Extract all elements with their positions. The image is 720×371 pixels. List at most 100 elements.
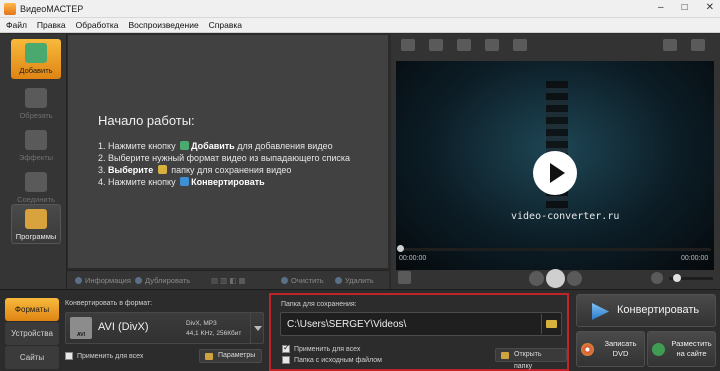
convert-icon [592, 303, 609, 320]
chevron-down-icon[interactable] [250, 313, 263, 343]
source-folder-checkbox[interactable] [282, 356, 290, 364]
format-name: AVI (DivX) [98, 321, 149, 333]
tab-formats[interactable]: Форматы [5, 298, 59, 321]
burn-dvd-button[interactable]: Записать DVD [576, 331, 645, 367]
menu-edit[interactable]: Правка [37, 20, 66, 30]
close-button[interactable]: ✕ [706, 2, 714, 13]
avi-badge: AVI [77, 332, 85, 338]
save-apply-all-label: Применить для всех [294, 346, 361, 353]
window-title: ВидеоМАСТЕР [20, 4, 84, 14]
window-controls: – □ ✕ [658, 2, 714, 13]
brand-watermark: video-converter.ru [511, 211, 620, 222]
step-1-tail: для добавления видео [237, 141, 333, 151]
next-frame-button[interactable] [567, 271, 582, 286]
globe-icon [652, 343, 665, 356]
brightness-icon[interactable] [457, 39, 471, 51]
fullscreen-icon[interactable] [691, 39, 705, 51]
info-label: Информация [85, 276, 131, 285]
start-instructions: Начало работы: 1. Нажмите кнопку Добавит… [98, 113, 350, 188]
step-1-text: 1. Нажмите кнопку [98, 141, 176, 151]
effects-icon [25, 130, 47, 150]
trim-button[interactable]: Обрезать [11, 84, 61, 124]
menu-playback[interactable]: Воспроизведение [129, 20, 199, 30]
bottom-panel: Форматы Устройства Сайты Конвертировать … [0, 289, 720, 371]
burn-dvd-label: Записать DVD [604, 339, 637, 358]
step-3-bold: Выберите [108, 165, 154, 175]
add-button[interactable]: Добавить [11, 39, 61, 79]
format-apply-all-checkbox[interactable] [65, 352, 73, 360]
step-4: 4. Нажмите кнопку Конвертировать [98, 176, 350, 188]
prev-frame-button[interactable] [529, 271, 544, 286]
step-3: 3. Выберите папку для сохранения видео [98, 164, 350, 176]
file-list-area[interactable]: Начало работы: 1. Нажмите кнопку Добавит… [67, 34, 389, 269]
tab-devices[interactable]: Устройства [5, 322, 59, 345]
folder-icon [157, 165, 167, 174]
clear-button[interactable]: Очистить [281, 276, 324, 285]
save-path-value: C:\Users\SERGEY\Videos\ [287, 319, 407, 330]
info-button[interactable]: Информация [75, 276, 131, 285]
video-preview[interactable]: video-converter.ru [396, 61, 714, 270]
format-codec: DivX, MP3 [186, 320, 217, 327]
save-apply-all-checkbox[interactable] [282, 343, 290, 353]
big-play-icon[interactable] [533, 151, 577, 195]
left-toolbar: Добавить Обрезать Эффекты Соединить Прог… [0, 34, 67, 289]
preview-toolbar [391, 34, 720, 56]
seek-bar[interactable] [399, 248, 711, 251]
volume-icon[interactable] [651, 272, 663, 284]
duplicate-button[interactable]: Дублировать [135, 276, 190, 285]
time-current: 00:00:00 [399, 255, 427, 262]
browse-folder-icon[interactable] [541, 314, 560, 334]
view-toggle-icons[interactable]: ▤ ▥ ◧ ▦ [211, 276, 246, 285]
maximize-button[interactable]: □ [682, 2, 688, 13]
avi-format-icon: AVI [70, 317, 92, 339]
add-label: Добавить [19, 66, 53, 75]
minimize-button[interactable]: – [658, 2, 664, 13]
join-icon [25, 172, 47, 192]
save-path-field[interactable]: C:\Users\SERGEY\Videos\ [280, 312, 562, 336]
run-icon[interactable] [513, 39, 527, 51]
open-folder-button[interactable]: Открыть папку [495, 348, 567, 370]
format-selector[interactable]: AVI AVI (DivX) DivX, MP3 44,1 KHz, 256Кб… [65, 312, 264, 344]
snapshot-small-icon[interactable] [398, 271, 411, 284]
add-video-icon [25, 43, 47, 63]
tab-sites[interactable]: Сайты [5, 346, 59, 369]
volume-handle[interactable] [673, 274, 681, 282]
convert-label: Конвертировать [617, 304, 700, 316]
speed-icon[interactable] [485, 39, 499, 51]
step-2: 2. Выберите нужный формат видео из выпад… [98, 153, 350, 163]
delete-label: Удалить [345, 276, 374, 285]
clear-label: Очистить [291, 276, 324, 285]
trim-label: Обрезать [19, 111, 53, 120]
play-button[interactable] [546, 269, 565, 288]
step-3-num: 3. [98, 165, 106, 175]
menu-process[interactable]: Обработка [76, 20, 119, 30]
folder-icon [501, 352, 509, 359]
open-folder-label: Открыть папку [514, 351, 542, 370]
snapshot-icon[interactable] [429, 39, 443, 51]
params-button[interactable]: Параметры [199, 349, 263, 363]
menu-file[interactable]: Файл [6, 20, 27, 30]
publish-web-label: Разместить на сайте [671, 339, 712, 358]
step-4-bold: Конвертировать [191, 177, 265, 187]
convert-button[interactable]: Конвертировать [576, 294, 716, 327]
effects-label: Эффекты [18, 153, 54, 162]
params-label: Параметры [218, 352, 256, 359]
seek-handle[interactable] [397, 245, 404, 252]
programs-icon [25, 209, 47, 229]
action-bar: Информация Дублировать ▤ ▥ ◧ ▦ Очистить … [67, 270, 389, 289]
add-video-icon [180, 141, 190, 150]
delete-icon [335, 277, 342, 284]
crop-icon[interactable] [401, 39, 415, 51]
delete-button[interactable]: Удалить [335, 276, 374, 285]
programs-button[interactable]: Программы [11, 204, 61, 244]
save-label: Папка для сохранения: [281, 301, 357, 308]
menu-help[interactable]: Справка [209, 20, 242, 30]
publish-web-button[interactable]: Разместить на сайте [647, 331, 716, 367]
clear-icon [281, 277, 288, 284]
gif-icon[interactable] [663, 39, 677, 51]
menu-bar: Файл Правка Обработка Воспроизведение Сп… [0, 18, 720, 33]
effects-button[interactable]: Эффекты [11, 126, 61, 166]
duplicate-label: Дублировать [145, 276, 191, 285]
trim-icon [25, 88, 47, 108]
join-button[interactable]: Соединить [11, 168, 61, 208]
